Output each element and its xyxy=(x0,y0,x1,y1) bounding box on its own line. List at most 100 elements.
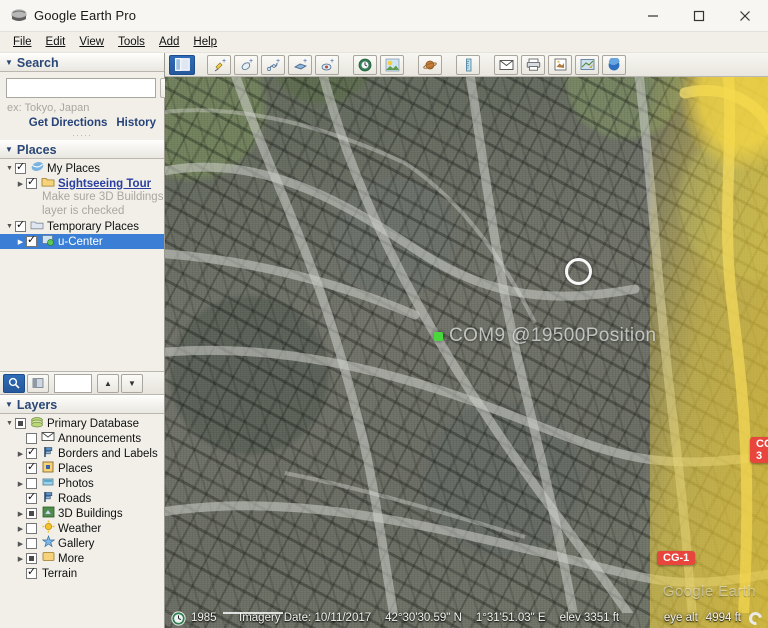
window-title: Google Earth Pro xyxy=(30,8,136,23)
expander-right-icon[interactable]: ▶ xyxy=(15,525,26,533)
checkbox[interactable] xyxy=(26,523,37,534)
toggle-sidebar-button[interactable] xyxy=(169,55,195,75)
layer-item-more[interactable]: ▶ More xyxy=(0,551,164,566)
switch-to-sky-button[interactable] xyxy=(418,55,442,75)
historical-imagery-button[interactable] xyxy=(353,55,377,75)
places-item-temporary-places[interactable]: ▼ Temporary Places xyxy=(0,219,164,234)
layer-item-terrain[interactable]: Terrain xyxy=(0,566,164,581)
checkbox[interactable] xyxy=(15,163,26,174)
places-item-sightseeing-tour[interactable]: ▶ Sightseeing Tour xyxy=(0,176,164,191)
layer-item-roads[interactable]: Roads xyxy=(0,491,164,506)
checkbox[interactable] xyxy=(26,568,37,579)
expander-down-icon[interactable]: ▼ xyxy=(4,165,15,172)
layer-item-primary-database[interactable]: ▼ Primary Database xyxy=(0,416,164,431)
layer-item-announcements[interactable]: Announcements xyxy=(0,431,164,446)
google-earth-watermark: Google Earth xyxy=(663,583,756,600)
places-item-my-places[interactable]: ▼ My Places xyxy=(0,161,164,176)
record-tour-button[interactable]: + xyxy=(315,55,339,75)
places-item-label: My Places xyxy=(45,163,100,175)
toggle-overview-button[interactable] xyxy=(27,374,49,393)
add-path-button[interactable]: + xyxy=(261,55,285,75)
search-panel-header[interactable]: ▼ Search xyxy=(0,53,164,72)
layers-panel-header[interactable]: ▼ Layers xyxy=(0,395,164,414)
checkbox[interactable] xyxy=(26,553,37,564)
checkbox[interactable] xyxy=(26,433,37,444)
menu-help-label: Help xyxy=(193,36,217,48)
places-panel-title: Places xyxy=(17,143,57,157)
close-button[interactable] xyxy=(722,0,768,32)
layers-tree: ▼ Primary Database Announcements xyxy=(0,414,164,628)
places-item-u-center[interactable]: ▶ u-Center xyxy=(0,234,164,249)
checkbox[interactable] xyxy=(26,478,37,489)
expander-down-icon[interactable]: ▼ xyxy=(4,420,15,427)
print-button[interactable] xyxy=(521,55,545,75)
map-view[interactable]: N COM9 @19500Position CG-3 CG-1 Google E… xyxy=(165,53,768,628)
ruler-icon xyxy=(461,58,476,72)
expander-right-icon[interactable]: ▶ xyxy=(15,450,26,458)
svg-text:+: + xyxy=(222,58,226,65)
places-toolbar: ▲ ▼ xyxy=(0,371,164,395)
places-filter-input[interactable] xyxy=(54,374,92,393)
save-image-button[interactable] xyxy=(548,55,572,75)
search-places-button[interactable] xyxy=(3,374,25,393)
minimize-button[interactable] xyxy=(630,0,676,32)
checkbox[interactable] xyxy=(26,508,37,519)
roads-icon xyxy=(40,491,56,507)
move-up-button[interactable]: ▲ xyxy=(97,374,119,393)
layer-item-photos[interactable]: ▶ Photos xyxy=(0,476,164,491)
view-in-maps-button[interactable] xyxy=(575,55,599,75)
printer-icon xyxy=(526,58,541,71)
add-polygon-button[interactable]: + xyxy=(234,55,258,75)
checkbox[interactable] xyxy=(26,463,37,474)
expander-right-icon[interactable]: ▶ xyxy=(15,555,26,563)
places-tree: ▼ My Places ▶ Sightseeing Tour Make sure xyxy=(0,159,164,371)
maximize-button[interactable] xyxy=(676,0,722,32)
menu-view[interactable]: View xyxy=(72,34,111,50)
places-panel-header[interactable]: ▼ Places xyxy=(0,140,164,159)
menu-help[interactable]: Help xyxy=(186,34,224,50)
move-down-button[interactable]: ▼ xyxy=(121,374,143,393)
checkbox[interactable] xyxy=(15,418,26,429)
layer-item-places[interactable]: Places xyxy=(0,461,164,476)
layer-item-3d-buildings[interactable]: ▶ 3D Buildings xyxy=(0,506,164,521)
satellite-imagery[interactable]: N COM9 @19500Position CG-3 CG-1 Google E… xyxy=(165,53,768,628)
get-directions-link[interactable]: Get Directions xyxy=(29,117,108,129)
layer-item-borders-and-labels[interactable]: ▶ Borders and Labels xyxy=(0,446,164,461)
menu-file[interactable]: File xyxy=(6,34,39,50)
menu-edit[interactable]: Edit xyxy=(39,34,73,50)
move-up-label: ▲ xyxy=(104,379,112,388)
menu-tools[interactable]: Tools xyxy=(111,34,152,50)
add-placemark-button[interactable]: + xyxy=(207,55,231,75)
search-panel-resize-grip[interactable]: ····· xyxy=(6,133,158,138)
expander-right-icon[interactable]: ▶ xyxy=(15,180,26,188)
ruler-button[interactable] xyxy=(456,55,480,75)
placemark-label[interactable]: COM9 @19500Position xyxy=(434,325,657,347)
add-image-overlay-button[interactable]: + xyxy=(288,55,312,75)
layer-item-label: Gallery xyxy=(56,538,94,550)
checkbox[interactable] xyxy=(26,448,37,459)
layer-item-gallery[interactable]: ▶ Gallery xyxy=(0,536,164,551)
sunlight-button[interactable] xyxy=(380,55,404,75)
svg-text:+: + xyxy=(330,58,334,65)
layer-item-label: Photos xyxy=(56,478,94,490)
email-button[interactable] xyxy=(494,55,518,75)
checkbox[interactable] xyxy=(26,493,37,504)
layer-item-label: Borders and Labels xyxy=(56,448,158,460)
places-item-label[interactable]: Sightseeing Tour xyxy=(56,178,151,190)
history-link[interactable]: History xyxy=(116,117,156,129)
checkbox[interactable] xyxy=(15,221,26,232)
expander-right-icon[interactable]: ▶ xyxy=(15,510,26,518)
layer-item-weather[interactable]: ▶ Weather xyxy=(0,521,164,536)
checkbox[interactable] xyxy=(26,236,37,247)
expander-right-icon[interactable]: ▶ xyxy=(15,540,26,548)
checkbox[interactable] xyxy=(26,538,37,549)
google-earth-window: Google Earth Pro File Edit View Tools Ad… xyxy=(0,0,768,628)
expander-down-icon[interactable]: ▼ xyxy=(4,223,15,230)
menu-add[interactable]: Add xyxy=(152,34,186,50)
checkbox[interactable] xyxy=(26,178,37,189)
globe-button[interactable] xyxy=(602,55,626,75)
triangle-down-icon: ▼ xyxy=(5,145,13,154)
expander-right-icon[interactable]: ▶ xyxy=(15,238,26,246)
search-input[interactable] xyxy=(6,78,156,98)
expander-right-icon[interactable]: ▶ xyxy=(15,480,26,488)
